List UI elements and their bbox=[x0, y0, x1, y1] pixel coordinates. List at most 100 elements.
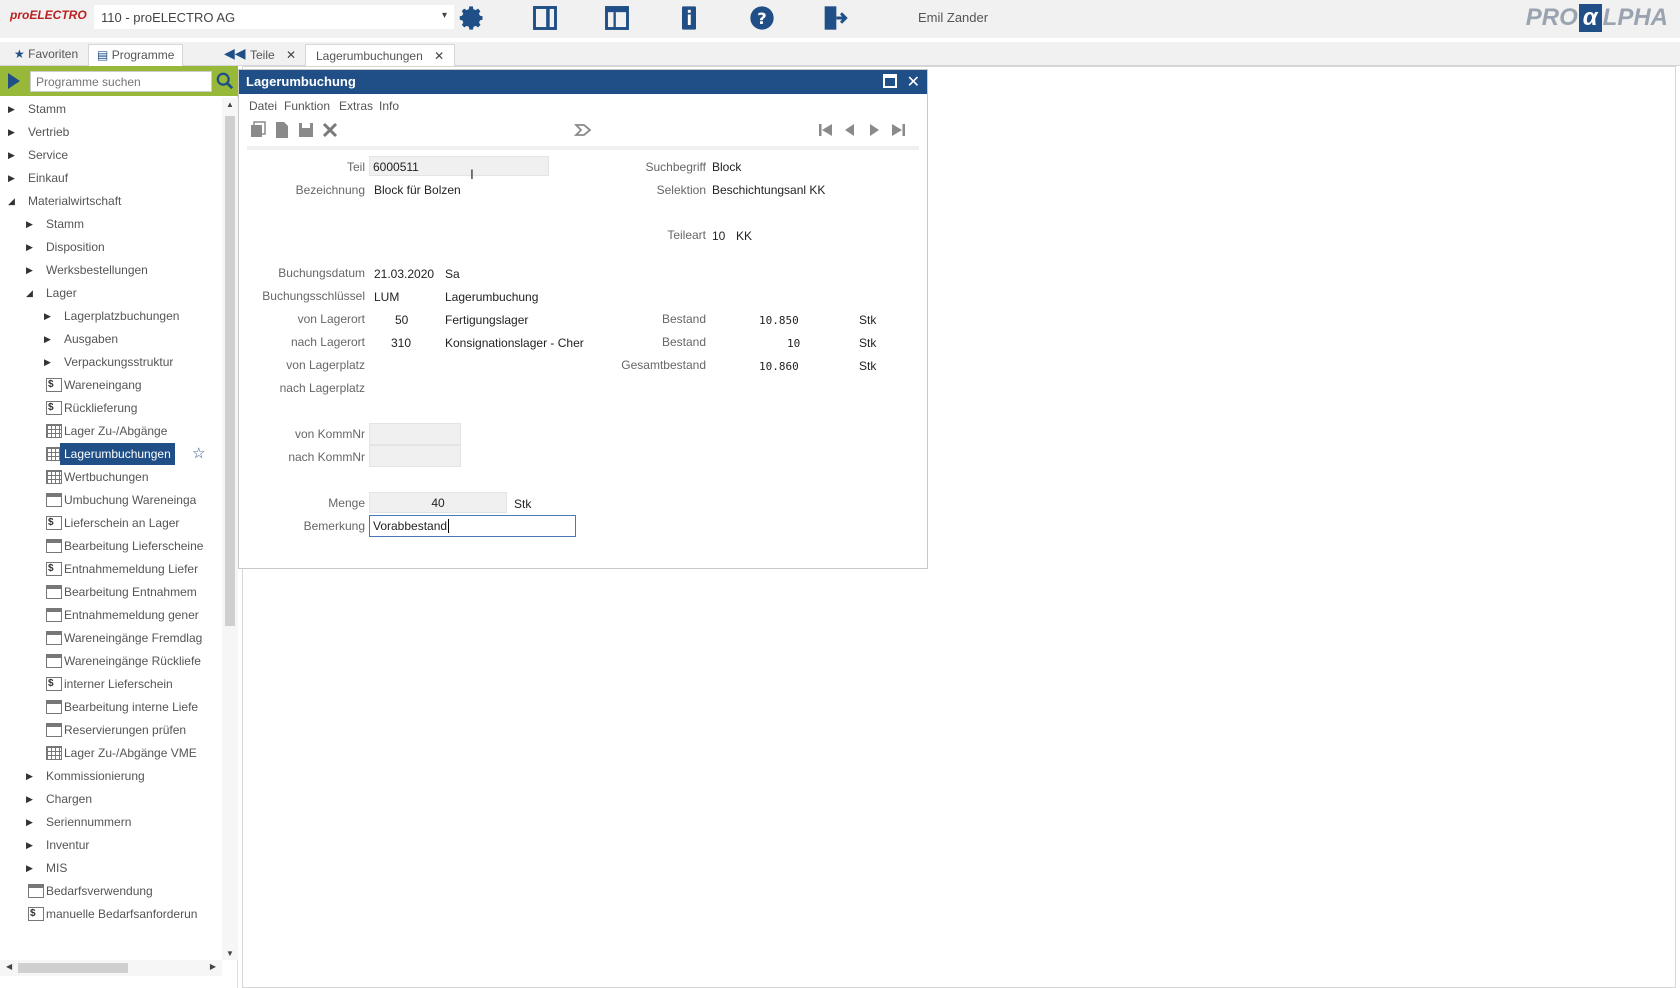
scrollbar-thumb[interactable] bbox=[18, 963, 128, 973]
next-record-icon[interactable] bbox=[865, 121, 883, 139]
tree-item[interactable]: Lager Zu-/Abgänge VME bbox=[0, 742, 222, 764]
scroll-left-icon[interactable]: ◀ bbox=[6, 962, 12, 971]
tree-item[interactable]: ▶ Inventur bbox=[0, 834, 222, 856]
tree-item[interactable]: Umbuchung Wareneinga bbox=[0, 489, 222, 511]
expand-arrow-icon[interactable]: ▶ bbox=[8, 98, 18, 120]
new-document-icon[interactable] bbox=[273, 121, 291, 139]
maximize-icon[interactable] bbox=[883, 74, 897, 88]
tree-item[interactable]: ▶ Kommissionierung bbox=[0, 765, 222, 787]
expand-arrow-icon[interactable]: ▶ bbox=[26, 811, 36, 833]
scrollbar-thumb[interactable] bbox=[225, 116, 235, 626]
expand-arrow-icon[interactable]: ▶ bbox=[26, 857, 36, 879]
tree-item[interactable]: ▶ Lagerplatzbuchungen bbox=[0, 305, 222, 327]
tree-item[interactable]: ▶ Verpackungsstruktur bbox=[0, 351, 222, 373]
collapse-arrow-icon[interactable]: ◢ bbox=[26, 282, 36, 304]
gear-icon[interactable] bbox=[458, 4, 488, 32]
tree-item[interactable]: Bearbeitung Lieferscheine bbox=[0, 535, 222, 557]
close-icon[interactable]: ✕ bbox=[907, 72, 920, 92]
tree-item[interactable]: Rücklieferung bbox=[0, 397, 222, 419]
tree-item[interactable]: ▶ Disposition bbox=[0, 236, 222, 258]
previous-record-icon[interactable] bbox=[841, 121, 859, 139]
search-icon[interactable] bbox=[216, 72, 234, 90]
scroll-down-icon[interactable]: ▼ bbox=[226, 949, 234, 958]
tree-item[interactable]: Wareneingang bbox=[0, 374, 222, 396]
menu-extras[interactable]: Extras bbox=[339, 99, 373, 113]
tree-item[interactable]: Wertbuchungen bbox=[0, 466, 222, 488]
tab-programme[interactable]: ▤ Programme bbox=[88, 44, 184, 66]
expand-arrow-icon[interactable]: ▶ bbox=[26, 788, 36, 810]
tree-item[interactable]: Wareneingänge Rückliefe bbox=[0, 650, 222, 672]
last-record-icon[interactable] bbox=[889, 121, 907, 139]
menge-input[interactable]: 40 bbox=[369, 492, 507, 513]
tree-item[interactable]: Bearbeitung Entnahmem bbox=[0, 581, 222, 603]
panel-icon[interactable] bbox=[531, 4, 561, 32]
expand-arrow-icon[interactable]: ▶ bbox=[26, 236, 36, 258]
menu-datei[interactable]: Datei bbox=[249, 99, 277, 113]
buchungsdatum-value[interactable]: 21.03.2020 bbox=[374, 267, 434, 281]
von-lagerort-value[interactable]: 50 bbox=[395, 313, 408, 327]
tree-item[interactable]: ▶ Seriennummern bbox=[0, 811, 222, 833]
tree-item[interactable]: ▶ Stamm bbox=[0, 213, 222, 235]
nach-kommnr-input[interactable] bbox=[369, 445, 461, 467]
menu-funktion[interactable]: Funktion bbox=[284, 99, 330, 113]
buchungsschluessel-value[interactable]: LUM bbox=[374, 290, 399, 304]
scroll-up-icon[interactable]: ▲ bbox=[226, 100, 234, 109]
tab-teile[interactable]: Teile ✕ bbox=[240, 44, 306, 67]
expand-arrow-icon[interactable]: ▶ bbox=[26, 765, 36, 787]
expand-arrow-icon[interactable]: ▶ bbox=[8, 167, 18, 189]
tree-item[interactable]: Bearbeitung interne Liefe bbox=[0, 696, 222, 718]
logout-icon[interactable] bbox=[820, 4, 850, 32]
execute-icon[interactable] bbox=[573, 121, 592, 139]
layout-icon[interactable] bbox=[603, 4, 633, 32]
play-icon[interactable] bbox=[8, 73, 20, 89]
menu-info[interactable]: Info bbox=[379, 99, 399, 113]
company-select[interactable]: 110 - proELECTRO AG ▾ bbox=[94, 5, 454, 29]
expand-arrow-icon[interactable]: ▶ bbox=[44, 328, 54, 350]
expand-arrow-icon[interactable]: ▶ bbox=[26, 834, 36, 856]
expand-arrow-icon[interactable]: ▶ bbox=[8, 144, 18, 166]
tab-favoriten[interactable]: ★ Favoriten bbox=[6, 44, 86, 66]
tree-item[interactable]: ▶ Service bbox=[0, 144, 222, 166]
horizontal-scrollbar[interactable]: ◀ ▶ bbox=[0, 960, 222, 976]
expand-arrow-icon[interactable]: ▶ bbox=[44, 305, 54, 327]
tree-item[interactable]: ▶ Ausgaben bbox=[0, 328, 222, 350]
expand-arrow-icon[interactable]: ▶ bbox=[26, 213, 36, 235]
tree-item[interactable]: manuelle Bedarfsanforderun bbox=[0, 903, 222, 925]
tree-item[interactable]: ◢ Materialwirtschaft bbox=[0, 190, 222, 212]
bemerkung-input[interactable]: Vorabbestand bbox=[369, 515, 576, 537]
expand-arrow-icon[interactable]: ▶ bbox=[26, 259, 36, 281]
tree-item[interactable]: ▶ Werksbestellungen bbox=[0, 259, 222, 281]
collapse-arrow-icon[interactable]: ◢ bbox=[8, 190, 18, 212]
delete-icon[interactable] bbox=[321, 121, 339, 139]
tree-item[interactable]: Reservierungen prüfen bbox=[0, 719, 222, 741]
tree-item[interactable]: Lager Zu-/Abgänge bbox=[0, 420, 222, 442]
von-kommnr-input[interactable] bbox=[369, 423, 461, 445]
tree-item[interactable]: ▶ Vertrieb bbox=[0, 121, 222, 143]
close-icon[interactable]: ✕ bbox=[286, 48, 296, 62]
teil-input[interactable]: 6000511 bbox=[369, 156, 549, 176]
tab-lagerumbuchungen[interactable]: Lagerumbuchungen ✕ bbox=[305, 44, 456, 67]
first-record-icon[interactable] bbox=[817, 121, 835, 139]
close-icon[interactable]: ✕ bbox=[434, 49, 444, 63]
info-icon[interactable] bbox=[675, 4, 705, 32]
expand-arrow-icon[interactable]: ▶ bbox=[8, 121, 18, 143]
tree-item[interactable]: Bedarfsverwendung bbox=[0, 880, 222, 902]
favorite-star-icon[interactable]: ☆ bbox=[192, 443, 205, 465]
tree-item[interactable]: Wareneingänge Fremdlag bbox=[0, 627, 222, 649]
tree-item[interactable]: Entnahmemeldung gener bbox=[0, 604, 222, 626]
save-icon[interactable] bbox=[297, 121, 315, 139]
tree-item[interactable]: ▶ Einkauf bbox=[0, 167, 222, 189]
tree-item[interactable]: Lagerumbuchungen ☆ bbox=[0, 443, 222, 465]
tree-item[interactable]: ▶ MIS bbox=[0, 857, 222, 879]
help-icon[interactable]: ? bbox=[748, 4, 778, 32]
tree-item[interactable]: ▶ Chargen bbox=[0, 788, 222, 810]
tree-item[interactable]: Entnahmemeldung Liefer bbox=[0, 558, 222, 580]
scroll-right-icon[interactable]: ▶ bbox=[210, 962, 216, 971]
tree-item[interactable]: ▶ Stamm bbox=[0, 98, 222, 120]
expand-arrow-icon[interactable]: ▶ bbox=[44, 351, 54, 373]
nach-lagerort-value[interactable]: 310 bbox=[391, 336, 411, 350]
tree-item[interactable]: ◢ Lager bbox=[0, 282, 222, 304]
program-search-input[interactable] bbox=[30, 71, 212, 92]
tree-item[interactable]: interner Lieferschein bbox=[0, 673, 222, 695]
tree-item[interactable]: Lieferschein an Lager bbox=[0, 512, 222, 534]
